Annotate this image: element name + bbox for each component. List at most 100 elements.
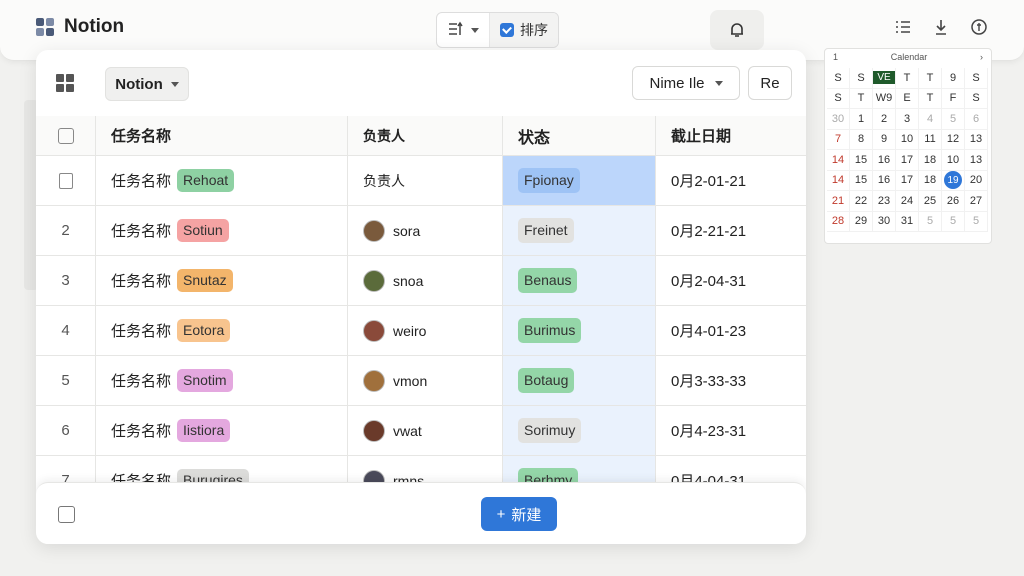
calendar-day[interactable]: 28 [827, 211, 850, 232]
calendar-day[interactable]: 15 [850, 170, 873, 191]
calendar-day[interactable]: 13 [965, 150, 988, 171]
owner-cell[interactable]: sora [348, 206, 503, 255]
calendar-day[interactable]: 24 [896, 191, 919, 212]
calendar-day[interactable]: 1 [850, 109, 873, 130]
calendar-day[interactable]: 27 [965, 191, 988, 212]
calendar-day[interactable]: 6 [965, 109, 988, 130]
status-cell[interactable]: Sorimuy [503, 406, 656, 455]
calendar-day[interactable]: 15 [850, 150, 873, 171]
settings-icon[interactable] [970, 18, 988, 36]
calendar-day[interactable]: 11 [919, 129, 942, 150]
table-row[interactable]: 5 任务名称 Snotim vmon Botaug 0月3-33-33 [36, 356, 806, 406]
calendar-day[interactable]: T [919, 68, 942, 89]
task-cell[interactable]: 任务名称 Snotim [96, 356, 348, 405]
date-cell[interactable]: 0月2-21-21 [656, 206, 806, 255]
calendar-day[interactable]: 12 [942, 129, 965, 150]
calendar-day[interactable]: S [827, 88, 850, 109]
calendar-day[interactable]: T [896, 68, 919, 89]
calendar-day[interactable]: W9 [873, 88, 896, 109]
calendar-prev-button[interactable]: 1 [833, 52, 838, 66]
calendar-day[interactable]: 4 [919, 109, 942, 130]
calendar-day[interactable]: 30 [827, 109, 850, 130]
task-cell[interactable]: 任务名称 Eotora [96, 306, 348, 355]
calendar-day[interactable]: 5 [942, 211, 965, 232]
date-cell[interactable]: 0月4-23-31 [656, 406, 806, 455]
layout-dropdown[interactable] [437, 13, 489, 47]
calendar-day[interactable]: 8 [850, 129, 873, 150]
owner-cell[interactable]: 负责人 [348, 156, 503, 205]
table-row[interactable]: 2 任务名称 Sotiun sora Freinet 0月2-21-21 [36, 206, 806, 256]
calendar-day[interactable]: 5 [965, 211, 988, 232]
calendar-day[interactable]: VE [873, 68, 896, 89]
calendar-day[interactable]: 17 [896, 150, 919, 171]
column-header-task[interactable]: 任务名称 [96, 116, 348, 155]
calendar-day[interactable]: 26 [942, 191, 965, 212]
select-all-checkbox[interactable] [57, 127, 74, 144]
calendar-day[interactable]: 16 [873, 150, 896, 171]
calendar-day[interactable]: 16 [873, 170, 896, 191]
calendar-day[interactable]: T [850, 88, 873, 109]
calendar-day[interactable]: 21 [827, 191, 850, 212]
calendar-day[interactable]: 10 [942, 150, 965, 171]
column-header-status[interactable]: 状态 [503, 116, 656, 155]
calendar-day[interactable]: 30 [873, 211, 896, 232]
owner-cell[interactable]: vwat [348, 406, 503, 455]
owner-cell[interactable]: weiro [348, 306, 503, 355]
calendar-day[interactable]: 20 [965, 170, 988, 191]
column-header-date[interactable]: 截止日期 [656, 116, 806, 155]
status-cell[interactable]: Freinet [503, 206, 656, 255]
date-cell[interactable]: 0月2-01-21 [656, 156, 806, 205]
calendar-day[interactable]: 14 [827, 170, 850, 191]
date-cell[interactable]: 0月3-33-33 [656, 356, 806, 405]
calendar-day[interactable]: S [850, 68, 873, 89]
calendar-day[interactable]: 13 [965, 129, 988, 150]
calendar-day[interactable]: 25 [919, 191, 942, 212]
calendar-day[interactable]: 5 [919, 211, 942, 232]
table-row[interactable]: 6 任务名称 Iistiora vwat Sorimuy 0月4-23-31 [36, 406, 806, 456]
date-cell[interactable]: 0月2-04-31 [656, 256, 806, 305]
calendar-day[interactable]: 9 [873, 129, 896, 150]
calendar-day[interactable]: 9 [942, 68, 965, 89]
calendar-day[interactable]: 17 [896, 170, 919, 191]
status-cell[interactable]: Fpionay [503, 156, 656, 205]
calendar-next-button[interactable]: › [980, 52, 983, 66]
task-cell[interactable]: 任务名称 Iistiora [96, 406, 348, 455]
table-row[interactable]: 任务名称 Rehoat 负责人 Fpionay 0月2-01-21 [36, 156, 806, 206]
table-row[interactable]: 3 任务名称 Snutaz snoa Benaus 0月2-04-31 [36, 256, 806, 306]
calendar-day[interactable]: 5 [942, 109, 965, 130]
status-cell[interactable]: Burimus [503, 306, 656, 355]
calendar-day[interactable]: 2 [873, 109, 896, 130]
calendar-day[interactable]: 18 [919, 170, 942, 191]
calendar-day[interactable]: S [965, 88, 988, 109]
calendar-day[interactable]: 7 [827, 129, 850, 150]
calendar-day[interactable]: 22 [850, 191, 873, 212]
list-icon[interactable] [894, 18, 912, 36]
status-cell[interactable]: Botaug [503, 356, 656, 405]
task-cell[interactable]: 任务名称 Rehoat [96, 156, 348, 205]
database-select[interactable]: Notion [105, 67, 189, 101]
notifications-button[interactable] [710, 10, 764, 50]
calendar-day[interactable]: F [942, 88, 965, 109]
sort-button[interactable]: 排序 [489, 13, 558, 47]
calendar-day[interactable]: 19 [942, 170, 965, 191]
calendar-day[interactable]: E [896, 88, 919, 109]
calendar-day[interactable]: S [827, 68, 850, 89]
task-cell[interactable]: 任务名称 Sotiun [96, 206, 348, 255]
calendar-day[interactable]: 10 [896, 129, 919, 150]
date-cell[interactable]: 0月4-01-23 [656, 306, 806, 355]
calendar-day[interactable]: S [965, 68, 988, 89]
calendar-day[interactable]: 23 [873, 191, 896, 212]
calendar-day[interactable]: 14 [827, 150, 850, 171]
calendar-day[interactable]: 29 [850, 211, 873, 232]
brand[interactable]: Notion [36, 16, 124, 38]
footer-checkbox[interactable] [58, 506, 75, 523]
download-icon[interactable] [932, 18, 950, 36]
calendar-day[interactable]: 3 [896, 109, 919, 130]
calendar-day[interactable]: 18 [919, 150, 942, 171]
filter-select[interactable]: Nime Ile [632, 66, 740, 100]
new-button[interactable]: + 新建 [481, 497, 557, 531]
calendar-day[interactable]: 31 [896, 211, 919, 232]
owner-cell[interactable]: snoa [348, 256, 503, 305]
status-cell[interactable]: Benaus [503, 256, 656, 305]
table-row[interactable]: 4 任务名称 Eotora weiro Burimus 0月4-01-23 [36, 306, 806, 356]
